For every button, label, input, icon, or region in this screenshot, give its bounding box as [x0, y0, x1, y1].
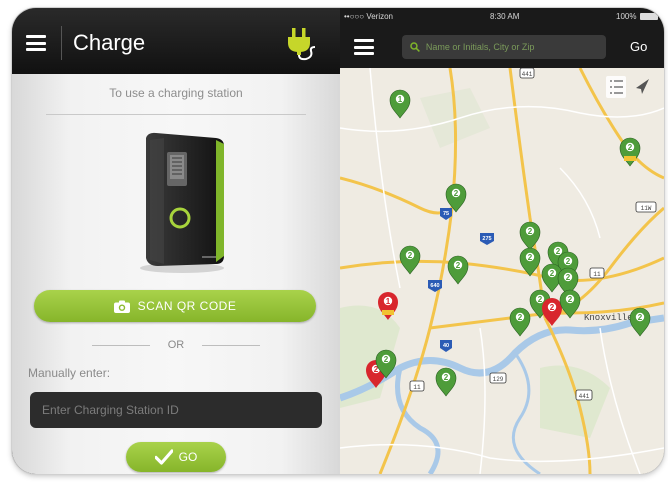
or-separator: OR	[92, 339, 260, 353]
station-pin-count: 2	[444, 373, 449, 382]
station-pin-count: 2	[528, 253, 533, 262]
manual-entry-label: Manually enter:	[28, 366, 111, 380]
station-pin-count: 2	[518, 313, 523, 322]
station-pin-count: 2	[566, 273, 571, 282]
map-panel: ••○○○ Verizon 8:30 AM 100% Go	[340, 8, 664, 474]
station-pin-count: 2	[568, 295, 573, 304]
map-tools	[606, 76, 649, 98]
locate-me-icon[interactable]	[636, 79, 649, 94]
station-pin-count: 2	[384, 355, 389, 364]
page-title: Charge	[73, 30, 146, 55]
app-frame: Charge To use a charging station SCAN QR…	[12, 8, 664, 474]
charge-header: Charge	[12, 8, 340, 74]
station-pin-count: 2	[538, 295, 543, 304]
route-shield-11: 11	[413, 384, 421, 391]
route-shield-75: 75	[443, 211, 449, 217]
scan-qr-label: SCAN QR CODE	[137, 299, 237, 313]
instruction-text: To use a charging station	[109, 86, 243, 100]
or-line-right	[202, 345, 260, 346]
map-menu-icon[interactable]	[354, 39, 374, 55]
map-search-box[interactable]	[402, 35, 606, 59]
station-pin-count: 2	[550, 303, 555, 312]
station-pin-count: 2	[456, 261, 461, 270]
route-shield-275: 275	[482, 236, 491, 242]
map-header: Go	[340, 26, 664, 68]
station-pin-count: 2	[550, 269, 555, 278]
plug-icon[interactable]	[282, 26, 322, 62]
map-search-input[interactable]	[423, 41, 606, 53]
route-shield-11w: 11W	[641, 205, 652, 212]
station-pin-count: 2	[566, 257, 571, 266]
station-id-input[interactable]	[30, 392, 322, 428]
route-shield-441-south: 441	[579, 393, 590, 400]
battery-text: 100%	[616, 12, 637, 21]
menu-icon[interactable]	[26, 35, 46, 51]
route-shield-11-east: 11	[593, 271, 601, 278]
station-pin-count: 2	[628, 143, 633, 152]
maintenance-icon	[624, 156, 636, 161]
camera-icon	[113, 300, 130, 313]
charging-station-image	[140, 132, 224, 273]
list-view-icon[interactable]	[606, 76, 626, 98]
station-pin-count: 2	[408, 251, 413, 260]
search-icon	[410, 42, 420, 52]
route-shield-129: 129	[493, 376, 504, 383]
charge-panel: Charge To use a charging station SCAN QR…	[12, 8, 340, 474]
carrier-text: ••○○○ Verizon	[344, 12, 394, 21]
instruction-divider	[46, 114, 306, 115]
battery-icon	[640, 13, 658, 20]
maintenance-icon	[382, 310, 394, 315]
checkmark-icon	[154, 449, 173, 465]
map-view[interactable]: 441 75 275 640 40 11 129 441 11 11W Knox…	[340, 68, 664, 474]
route-shield-40: 40	[443, 343, 449, 349]
header-divider	[61, 26, 62, 60]
station-pin-count: 2	[556, 247, 561, 256]
go-button[interactable]: GO	[126, 442, 226, 472]
route-shield-441-north: 441	[522, 71, 533, 78]
city-label: Knoxville	[584, 313, 633, 323]
station-pin-count: 1	[386, 297, 391, 306]
status-bar: ••○○○ Verizon 8:30 AM 100%	[340, 8, 664, 26]
go-button-label: GO	[178, 450, 198, 464]
clock-text: 8:30 AM	[490, 12, 520, 21]
station-pin-count: 2	[454, 189, 459, 198]
station-pin-count: 1	[398, 95, 403, 104]
station-pin-count: 2	[528, 227, 533, 236]
route-shield-640: 640	[430, 283, 439, 289]
scan-qr-button[interactable]: SCAN QR CODE	[34, 290, 316, 322]
station-pin-count: 2	[638, 313, 643, 322]
map-go-button[interactable]: Go	[630, 39, 647, 54]
